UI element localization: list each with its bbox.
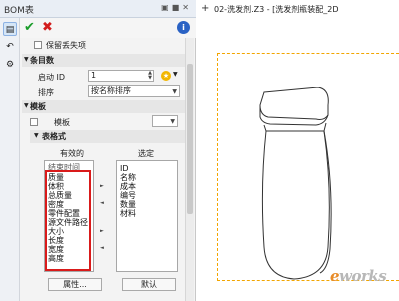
default-button[interactable]: 默认 — [122, 278, 176, 291]
history-icon[interactable]: ↶ — [3, 40, 17, 54]
highlight-box — [45, 170, 91, 271]
chevron-down-icon: ▼ — [172, 88, 177, 95]
panel-header: BOM表 ▣■✕ — [0, 0, 196, 18]
list-item[interactable]: 名称 — [120, 173, 136, 182]
add-tab-icon[interactable]: + — [201, 3, 209, 14]
cancel-button[interactable]: ✖ — [40, 21, 55, 35]
properties-button[interactable]: 属性... — [48, 278, 102, 291]
entry-section-title: 条目数 — [30, 56, 54, 65]
pin-icon[interactable]: ▣ — [161, 3, 172, 12]
table-format-title: 表格式 — [42, 132, 66, 141]
info-icon[interactable]: i — [177, 21, 190, 34]
collapse-entry-icon[interactable]: ▼ — [24, 56, 29, 63]
ok-button[interactable]: ✔ — [22, 21, 37, 35]
confirm-bar: ✔ ✖ i — [20, 18, 196, 38]
sort-label: 排序 — [38, 88, 54, 97]
list-item[interactable]: 成本 — [120, 182, 136, 191]
keep-lost-checkbox[interactable] — [34, 41, 42, 49]
available-header: 有效的 — [60, 149, 84, 158]
favorite-dropdown-icon[interactable]: ▼ — [173, 71, 178, 78]
keep-lost-label: 保留丢失项 — [46, 41, 86, 50]
move-left-icon[interactable]: ◄ — [100, 200, 104, 206]
scroll-thumb[interactable] — [187, 64, 193, 214]
vertical-toolbar: ▤ ↶ ⚙ — [0, 18, 20, 301]
move-right-icon[interactable]: ► — [100, 183, 104, 189]
panel-title: BOM表 — [4, 6, 34, 16]
panel-scrollbar[interactable] — [185, 38, 194, 301]
template-select[interactable]: ▼ — [152, 115, 178, 127]
move-all-left-icon[interactable]: ◄ — [100, 245, 104, 251]
sort-select[interactable]: 按名称排序 ▼ — [88, 85, 180, 97]
watermark-logo: eworks — [330, 267, 387, 285]
close-icon[interactable]: ✕ — [182, 3, 192, 12]
selected-header: 选定 — [138, 149, 154, 158]
selected-list[interactable]: ID 名称 成本 编号 数量 材料 — [116, 160, 178, 272]
list-item[interactable]: ID — [120, 164, 129, 173]
start-id-input[interactable]: 1 ▲ ▼ — [88, 70, 154, 82]
document-tab[interactable]: 02-洗发剂.Z3 - [洗发剂瓶装配_2D — [214, 4, 339, 15]
template-checkbox-label: 模板 — [54, 118, 70, 127]
document-tabbar: + 02-洗发剂.Z3 - [洗发剂瓶装配_2D — [196, 0, 399, 18]
chevron-down-icon: ▼ — [170, 118, 175, 125]
list-item[interactable]: 编号 — [120, 191, 136, 200]
spinner-icon[interactable]: ▲ ▼ — [148, 71, 152, 81]
move-all-right-icon[interactable]: ► — [100, 228, 104, 234]
collapse-format-icon[interactable]: ▼ — [34, 132, 39, 139]
list-item[interactable]: 数量 — [120, 200, 136, 209]
list-item[interactable]: 材料 — [120, 209, 136, 218]
favorite-icon[interactable]: ★ — [161, 71, 171, 81]
settings-icon[interactable]: ⚙ — [3, 58, 17, 72]
start-id-label: 启动 ID — [38, 73, 66, 82]
template-checkbox[interactable] — [30, 118, 38, 126]
dock-icon[interactable]: ■ — [172, 3, 183, 12]
table-view-icon[interactable]: ▤ — [3, 22, 17, 36]
bottle-drawing — [259, 87, 332, 280]
template-section-title: 模板 — [30, 102, 46, 111]
bom-panel: BOM表 ▣■✕ ▤ ↶ ⚙ ✔ ✖ i 保留丢失项 ▼ 条目数 启动 ID 1… — [0, 0, 196, 301]
collapse-template-icon[interactable]: ▼ — [24, 102, 29, 109]
